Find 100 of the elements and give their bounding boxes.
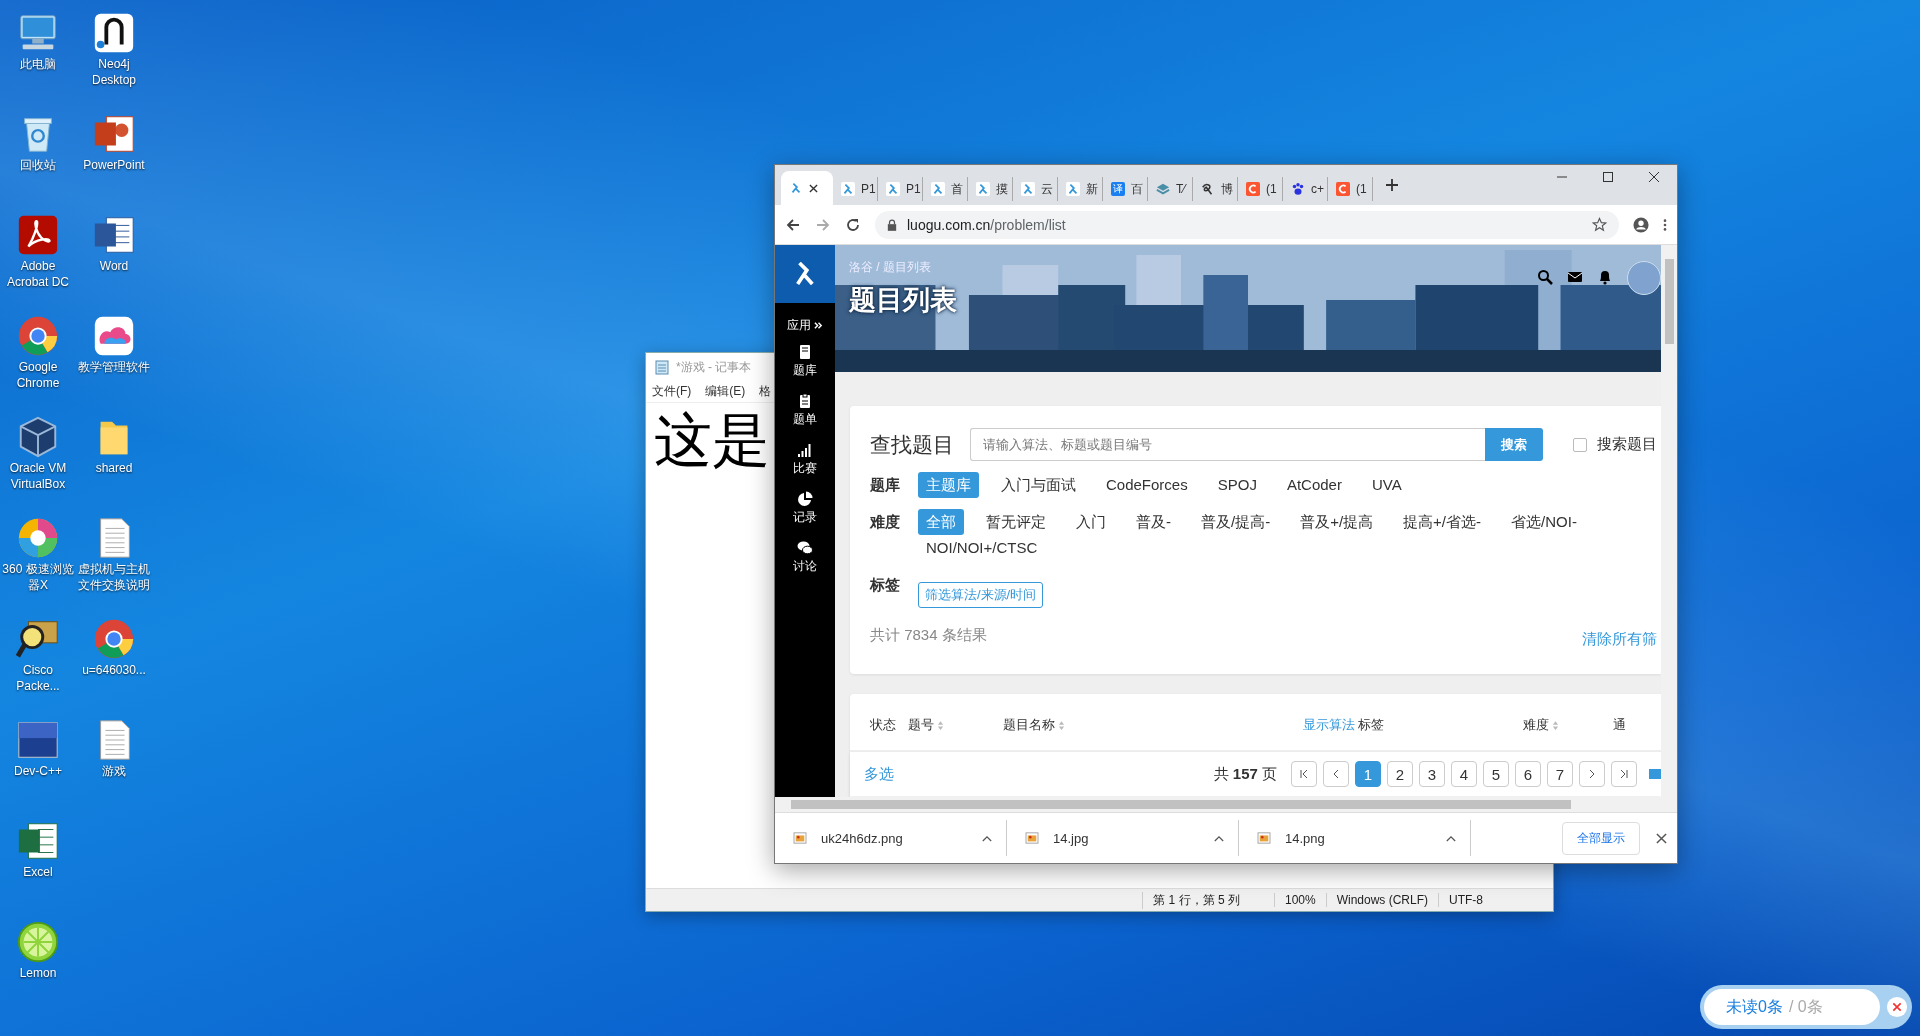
browser-tab[interactable]: (1 [1238,177,1283,201]
page-button[interactable]: 3 [1419,761,1445,787]
download-item[interactable]: uk24h6dz.png [775,820,1007,856]
search-icon[interactable] [1537,269,1553,285]
desktop-icon-label[interactable]: Google Chrome [1,359,75,391]
bell-icon[interactable] [1597,269,1613,285]
desktop-icon-label[interactable]: Neo4j Desktop [77,56,151,88]
browser-tab[interactable]: T⁄ [1148,177,1193,201]
filter-option[interactable]: NOI/NOI+/CTSC [918,535,1046,561]
close-icon[interactable] [1648,171,1660,183]
horizontal-scrollbar[interactable] [775,797,1677,812]
filter-option[interactable]: 普及/提高- [1193,509,1279,535]
desktop-icon-label[interactable]: Dev-C++ [1,763,75,779]
bird-icon [794,260,816,288]
sidebar-item[interactable]: 讨论 [793,540,817,575]
desktop-icon-label[interactable]: 游戏 [77,763,151,779]
filter-option[interactable]: 暂无评定 [978,509,1054,535]
checkbox[interactable] [1573,437,1587,452]
sidebar-item[interactable]: 题库 [793,344,817,379]
mail-icon[interactable] [1567,269,1583,285]
browser-tab[interactable]: c+ [1283,177,1328,201]
breadcrumb: 洛谷 / 题目列表 [849,259,932,276]
browser-tab[interactable]: 首 [923,177,968,201]
browser-tab[interactable]: 云 [1013,177,1058,201]
menu-item[interactable]: 文件(F) [652,383,692,400]
page-button[interactable]: 2 [1387,761,1413,787]
desktop-icon-label[interactable]: u=646030... [77,662,151,678]
filter-option[interactable]: UVA [1363,472,1410,498]
browser-tab[interactable]: 新 [1058,177,1103,201]
column-header[interactable]: 题目名称 [1003,716,1065,734]
desktop-icon-label[interactable]: 回收站 [1,157,75,173]
show-all-button[interactable]: 全部显示 [1562,821,1640,855]
bird-icon [1021,182,1035,196]
desktop-icon-label[interactable]: Oracle VM VirtualBox [1,460,75,492]
first-page-icon [1299,769,1309,779]
sidebar-item[interactable]: 比赛 [793,442,817,477]
column-header[interactable]: 题号 [908,716,944,734]
desktop-icon-label[interactable]: Cisco Packe... [1,662,75,694]
back-arrow-icon[interactable] [785,216,801,233]
filter-option[interactable]: CodeForces [1098,472,1196,498]
new-tab-icon[interactable] [1385,178,1399,192]
section-heading: 查找题目 [870,431,954,458]
vertical-scrollbar[interactable] [1661,245,1677,797]
desktop-icon-label[interactable]: 教学管理软件 [77,359,151,375]
browser-tab[interactable]: P1 [833,177,878,201]
filter-option[interactable]: 省选/NOI- [1503,509,1585,535]
page-button[interactable]: 6 [1515,761,1541,787]
browser-tab[interactable]: (1 [1328,177,1373,201]
close-icon[interactable] [809,183,818,193]
sidebar-item[interactable]: 记录 [793,491,817,526]
desktop-icon-label[interactable]: Word [77,258,151,274]
caret-icon[interactable] [1446,834,1456,842]
desktop-icon-label[interactable]: Excel [1,864,75,880]
filter-option[interactable]: AtCoder [1278,472,1350,498]
lime-icon[interactable] [15,919,61,965]
filter-option[interactable]: 普及- [1128,509,1179,535]
star-icon[interactable] [1592,217,1607,232]
menu-item[interactable]: 编辑(E) [705,383,746,400]
desktop-icon-label[interactable]: Lemon [1,965,75,981]
filter-option[interactable]: SPOJ [1209,472,1265,498]
filter-option[interactable]: 入门与面试 [993,472,1084,498]
loop-icon [1201,182,1215,196]
caret-icon[interactable] [1214,834,1224,842]
maximize-icon[interactable] [1602,171,1614,183]
download-item[interactable]: 14.jpg [1007,820,1239,856]
checkbox-label[interactable]: 搜索题目 [1597,435,1657,454]
message-counter[interactable]: 未读0条 / 0条 [1704,989,1880,1025]
filter-option[interactable]: 入门 [1068,509,1114,535]
desktop-icon-label[interactable]: shared [77,460,151,476]
last-page-icon [1619,769,1629,779]
menu-icon[interactable] [1663,217,1667,232]
desktop-icon-label[interactable]: 此电脑 [1,56,75,72]
browser-tab[interactable]: 译 百 [1103,177,1148,201]
page-button[interactable]: 7 [1547,761,1573,787]
page-button[interactable]: 4 [1451,761,1477,787]
menu-item[interactable]: 格 [759,383,772,400]
browser-tab[interactable]: 摸 [968,177,1013,201]
desktop-icon-label[interactable]: Adobe Acrobat DC [1,258,75,290]
download-item[interactable]: 14.png [1239,820,1471,856]
bird-icon [976,182,990,196]
double-chevron-icon[interactable] [814,321,823,330]
desktop-icon-label[interactable]: 虚拟机与主机文件交换说明 [77,561,151,593]
caret-icon[interactable] [982,834,992,842]
desktop-icon-label[interactable]: 360 极速浏览器X [1,561,75,593]
apps-link[interactable]: 应用 [787,317,811,334]
profile-icon[interactable] [1633,216,1649,233]
browser-tab[interactable]: P1 [878,177,923,201]
site-logo[interactable] [775,245,835,303]
address-bar[interactable]: luogu.com.cn/problem/list [875,210,1619,239]
sidebar-item[interactable]: 题单 [793,393,817,428]
browser-tab[interactable]: 博 [1193,177,1238,201]
filter-option[interactable]: 提高+/省选- [1395,509,1490,535]
filter-option[interactable]: 普及+/提高 [1292,509,1382,535]
desktop-icon-label[interactable]: PowerPoint [77,157,151,173]
search-field[interactable]: 请输入算法、标题或题目编号 [970,428,1485,461]
reload-icon[interactable] [845,216,861,233]
column-header[interactable]: 难度 [1523,716,1559,734]
page-button[interactable]: 5 [1483,761,1509,787]
bird-icon [1066,182,1080,196]
close-icon[interactable] [1656,832,1667,844]
